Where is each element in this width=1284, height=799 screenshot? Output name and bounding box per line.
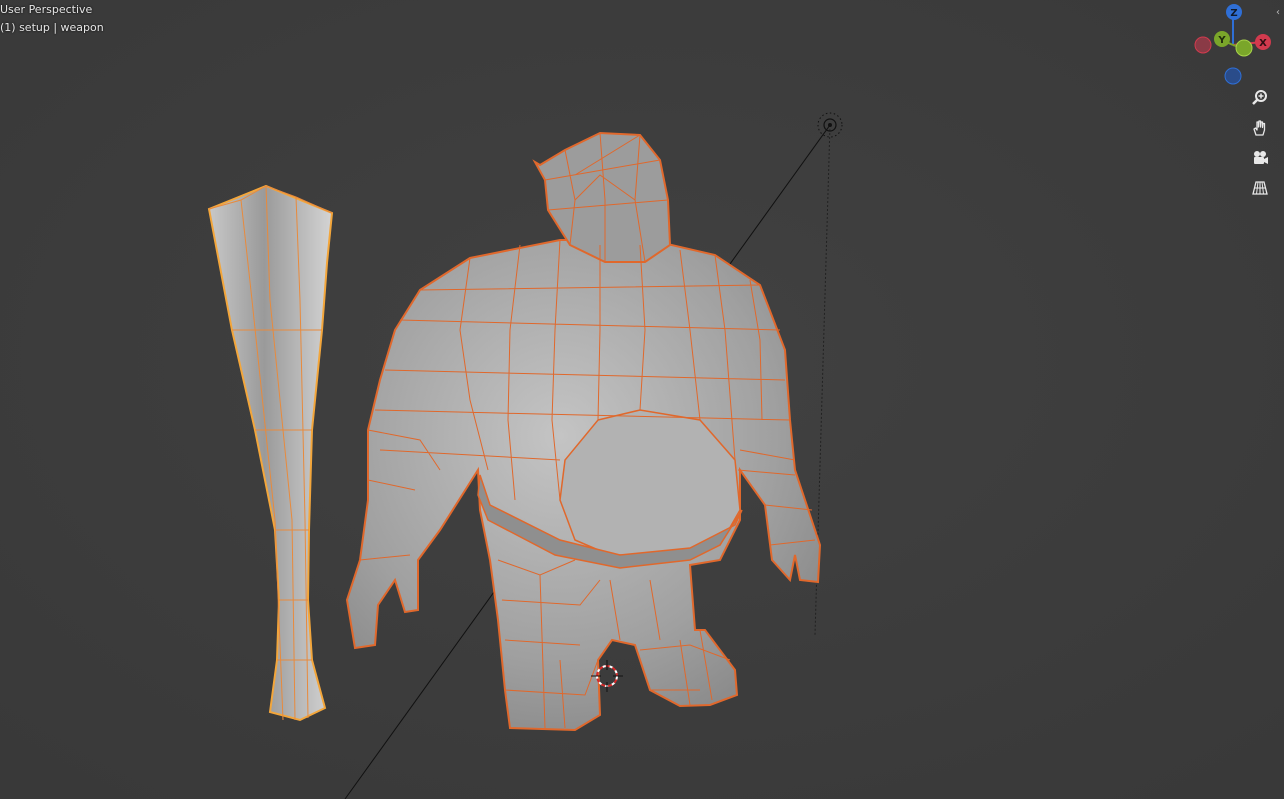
hand-icon	[1253, 120, 1266, 136]
zoom-button[interactable]	[1248, 86, 1272, 110]
gizmo-neg-x-axis[interactable]	[1194, 36, 1212, 54]
gizmo-x-label: X	[1259, 38, 1267, 49]
grid-perspective-icon	[1252, 181, 1268, 195]
gizmo-z-label: Z	[1230, 8, 1237, 19]
camera-icon	[1254, 151, 1268, 164]
magnifier-plus-icon	[1252, 90, 1267, 105]
sidebar-toggle-button[interactable]: ‹	[1276, 6, 1284, 20]
pan-button[interactable]	[1248, 116, 1272, 140]
3d-viewport[interactable]: Z Y X	[0, 0, 1284, 799]
view-info-label: (1) setup | weapon	[0, 21, 104, 34]
camera-view-button[interactable]	[1248, 146, 1272, 170]
perspective-toggle-button[interactable]	[1248, 176, 1272, 200]
gizmo-neg-y-axis[interactable]	[1235, 39, 1253, 57]
gizmo-y-label: Y	[1217, 35, 1226, 46]
gizmo-neg-z-axis[interactable]	[1224, 67, 1242, 85]
view-name-label: User Perspective	[0, 3, 93, 16]
